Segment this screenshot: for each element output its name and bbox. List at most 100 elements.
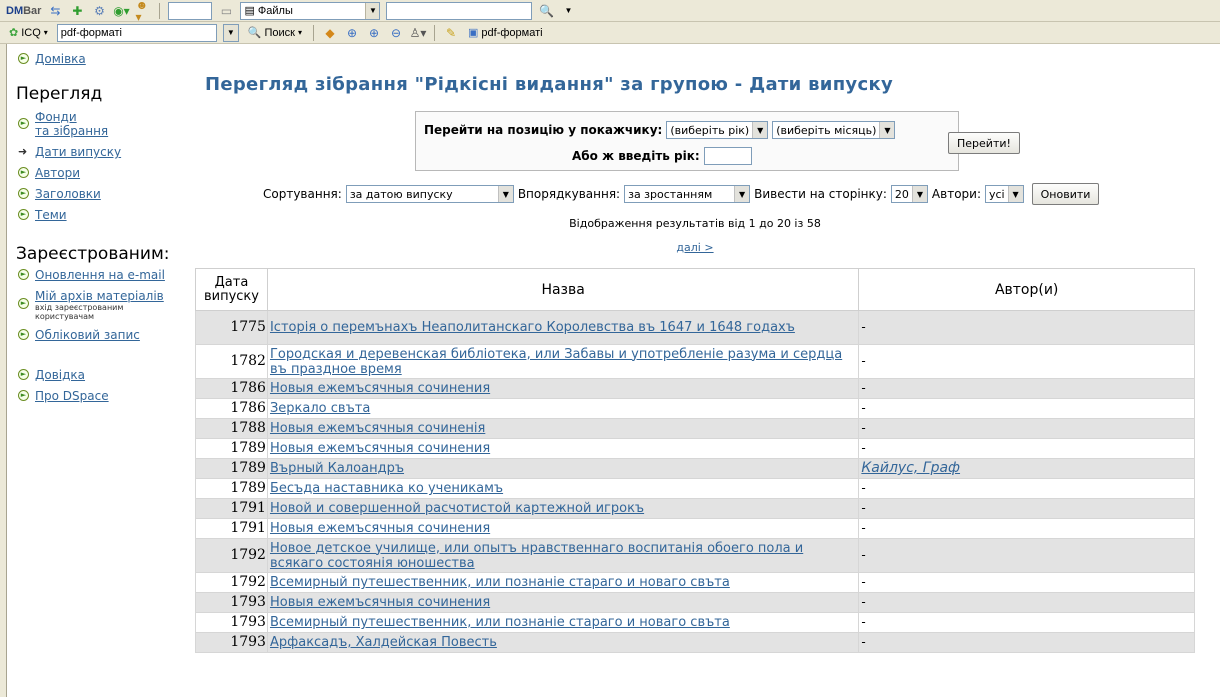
row-title-link[interactable]: Новыя ежемъсячныя сочинения (270, 595, 490, 610)
authors-select[interactable]: усі ▼ (985, 185, 1024, 203)
sidebar-item-dates[interactable]: ➜ Дати випуску (18, 145, 190, 159)
row-title-link[interactable]: Бесъда наставника ко ученикамъ (270, 481, 503, 496)
info-dropdown-icon[interactable]: ◉▾ (113, 3, 130, 19)
column-header-date[interactable]: Дата випуску (195, 268, 268, 311)
sidebar-link-about[interactable]: Про DSpace (35, 389, 109, 403)
sidebar-item-subjects[interactable]: ► Теми (18, 208, 190, 222)
address-dropdown[interactable]: ▤ Файлы ▼ (240, 1, 381, 20)
row-author-text: - (861, 421, 866, 435)
tools-icon[interactable]: ⚙ (91, 3, 107, 19)
row-title-link[interactable]: Всемирный путешественник, или познаніе с… (270, 575, 730, 590)
sidebar-item-subscriptions[interactable]: ► Оновлення на e-mail (18, 268, 190, 282)
table-row: 1789 Върный Калоандръ Кайлус, Граф (195, 458, 1195, 479)
dmbar-brand[interactable]: DMBar (6, 5, 41, 17)
user-dropdown-icon[interactable]: ♙▾ (410, 25, 427, 41)
jump-button[interactable]: Перейти! (948, 132, 1020, 154)
toolbar-separator (159, 2, 161, 19)
sidebar-link-dates[interactable]: Дати випуску (35, 145, 121, 159)
row-title-link[interactable]: Новой и совершенной расчотистой картежно… (270, 501, 644, 516)
sidebar-item-my-archive[interactable]: ► Мій архів матеріалів вхід зареєстрован… (18, 289, 190, 321)
sidebar-item-titles[interactable]: ► Заголовки (18, 187, 190, 201)
sidebar-item-help[interactable]: ► Довідка (18, 368, 190, 382)
row-title-link[interactable]: Върный Калоандръ (270, 461, 404, 476)
sidebar-item-authors[interactable]: ► Автори (18, 166, 190, 180)
next-page-link[interactable]: далі > (676, 241, 713, 254)
sidebar-link-titles[interactable]: Заголовки (35, 187, 101, 201)
row-author-cell: - (858, 518, 1195, 539)
column-header-title[interactable]: Назва (266, 268, 860, 311)
sidebar-link-home[interactable]: Домівка (35, 52, 86, 66)
bullet-arrow-icon: ► (18, 390, 29, 401)
row-year: 1782 (195, 344, 268, 379)
toolbar-search-arrow[interactable]: ▼ (222, 23, 239, 42)
icq-button[interactable]: ✿ ICQ ▾ (6, 26, 51, 40)
sidebar-link-collections-2[interactable]: та зібрання (35, 124, 108, 138)
row-year: 1791 (195, 518, 268, 539)
sidebar-link-profile[interactable]: Обліковий запис (35, 328, 140, 342)
zoom-out-icon[interactable]: ⊖ (388, 25, 404, 41)
row-author-link[interactable]: Кайлус, Граф (861, 460, 960, 476)
chevron-down-icon: ▼ (223, 24, 238, 41)
toolbar-search-input[interactable] (386, 1, 533, 20)
row-year: 1793 (195, 632, 268, 653)
person-dropdown-icon[interactable]: ☻▾ (135, 0, 151, 23)
sidebar-link-my-archive[interactable]: Мій архів матеріалів (35, 289, 164, 303)
sidebar-item-home[interactable]: ► Домівка (18, 52, 190, 66)
row-title-link[interactable]: Арфаксадъ, Халдейская Повесть (270, 635, 497, 650)
row-author-cell: - (858, 344, 1195, 379)
jump-row: Перейти на позицію у покажчику: (виберіт… (424, 121, 896, 139)
sidebar-link-subjects[interactable]: Теми (35, 208, 67, 222)
sidebar-item-profile[interactable]: ► Обліковий запис (18, 328, 190, 342)
row-year: 1789 (195, 438, 268, 459)
pencil-icon[interactable]: ✎ (443, 25, 459, 41)
zoom-in-icon[interactable]: ⊕ (344, 25, 360, 41)
search-icon[interactable]: 🔍 (538, 3, 554, 19)
file-icon: ▤ (244, 5, 258, 17)
row-title-cell: Зеркало свъта (266, 398, 860, 419)
search-button[interactable]: 🔍 Поиск ▾ (245, 26, 305, 40)
row-title-link[interactable]: Новое детское училище, или опытъ нравств… (270, 541, 803, 571)
order-select[interactable]: за зростанням ▼ (624, 185, 751, 203)
sidebar-item-collections[interactable]: ► Фонди та зібрання (18, 110, 190, 138)
row-title-cell: Върный Калоандръ (266, 458, 860, 479)
sidebar-item-about[interactable]: ► Про DSpace (18, 389, 190, 403)
sidebar-link-authors[interactable]: Автори (35, 166, 80, 180)
row-title-link[interactable]: Новыя ежемъсячныя сочинения (270, 381, 490, 396)
table-row: 1791 Новыя ежемъсячныя сочинения - (195, 518, 1195, 539)
sidebar-link-subscriptions[interactable]: Оновлення на e-mail (35, 268, 165, 282)
row-title-link[interactable]: Новыя ежемъсячныя сочиненія (270, 421, 485, 436)
sidebar-link-help[interactable]: Довідка (35, 368, 85, 382)
row-title-link[interactable]: Історія о перемънахъ Неаполитанскаго Кор… (270, 320, 795, 335)
perpage-select[interactable]: 20 ▼ (890, 185, 928, 203)
row-title-link[interactable]: Зеркало свъта (270, 401, 370, 416)
row-title-link[interactable]: Городская и деревенская библіотека, или … (270, 347, 842, 377)
row-author-cell: - (858, 478, 1195, 499)
year-select[interactable]: (виберіть рік) ▼ (666, 121, 769, 139)
chevron-down-icon[interactable]: ▼ (365, 2, 380, 19)
add-icon[interactable]: ✚ (69, 3, 85, 19)
row-title-link[interactable]: Новыя ежемъсячныя сочинения (270, 521, 490, 536)
bullet-arrow-icon: ► (18, 269, 29, 280)
chevron-down-icon[interactable]: ▼ (560, 3, 576, 19)
highlight-icon[interactable]: ◆ (322, 25, 338, 41)
column-header-authors[interactable]: Автор(и) (858, 268, 1195, 311)
zoom-icon[interactable]: ⊕ (366, 25, 382, 41)
row-author-cell: - (858, 572, 1195, 593)
toolbar-blank-field[interactable] (168, 1, 213, 20)
toolbar-search-dropdown[interactable]: pdf-форматі (56, 23, 217, 42)
page-title: Перегляд зібрання "Рідкісні видання" за … (205, 74, 893, 95)
row-title-link[interactable]: Всемирный путешественник, или познаніе с… (270, 615, 730, 630)
page-icon[interactable]: ▭ (218, 3, 234, 19)
update-button[interactable]: Оновити (1031, 183, 1100, 205)
sidebar-link-collections[interactable]: Фонди (35, 110, 77, 124)
result-link-button[interactable]: ▣ pdf-форматі (465, 26, 546, 40)
sort-select[interactable]: за датою випуску ▼ (345, 185, 514, 203)
year-input[interactable] (703, 147, 752, 165)
row-year: 1792 (195, 538, 268, 573)
results-count: Відображення результатів від 1 до 20 із … (569, 217, 821, 230)
table-row: 1786 Новыя ежемъсячныя сочинения - (195, 378, 1195, 399)
network-icon[interactable]: ⇆ (47, 3, 63, 19)
frame-border (0, 44, 7, 697)
month-select[interactable]: (виберіть місяць) ▼ (772, 121, 896, 139)
row-title-link[interactable]: Новыя ежемъсячныя сочинения (270, 441, 490, 456)
